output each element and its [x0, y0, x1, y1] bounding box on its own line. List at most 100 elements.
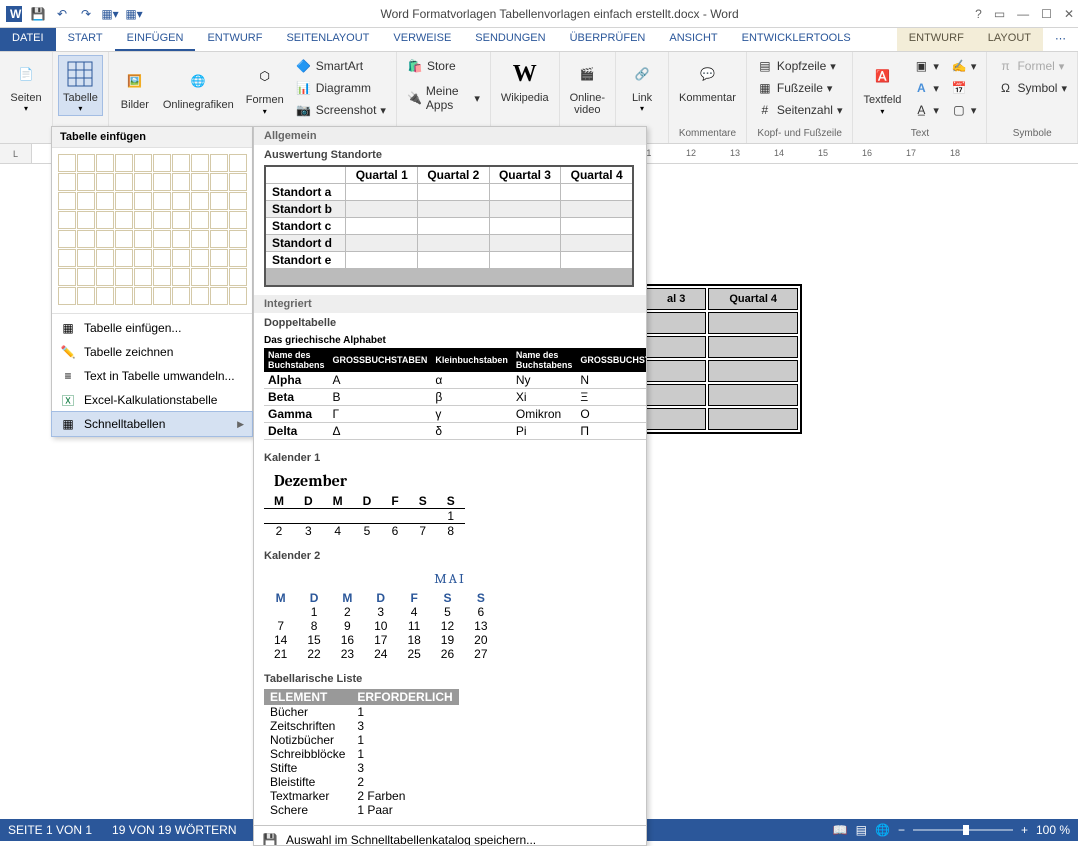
- zoom-in-icon[interactable]: +: [1021, 823, 1028, 837]
- quicktable-item-title[interactable]: Auswertung Standorte: [254, 145, 646, 163]
- grid-cell[interactable]: [115, 154, 133, 172]
- tab-context-layout[interactable]: LAYOUT: [976, 28, 1043, 51]
- grid-cell[interactable]: [229, 230, 247, 248]
- tab-view[interactable]: ANSICHT: [657, 28, 729, 51]
- grid-cell[interactable]: [172, 287, 190, 305]
- grid-cell[interactable]: [134, 249, 152, 267]
- qa-more-icon[interactable]: ▦▾: [100, 4, 120, 24]
- tab-developer[interactable]: ENTWICKLERTOOLS: [730, 28, 863, 51]
- tab-references[interactable]: VERWEISE: [381, 28, 463, 51]
- grid-cell[interactable]: [210, 211, 228, 229]
- grid-cell[interactable]: [77, 287, 95, 305]
- redo-icon[interactable]: ↷: [76, 4, 96, 24]
- grid-cell[interactable]: [77, 192, 95, 210]
- tab-layout[interactable]: SEITENLAYOUT: [274, 28, 381, 51]
- dropcap-button[interactable]: A̲▾: [909, 100, 943, 120]
- comment-button[interactable]: 💬Kommentar: [675, 56, 740, 106]
- table-cell[interactable]: [708, 408, 798, 430]
- grid-cell[interactable]: [153, 173, 171, 191]
- table-cell[interactable]: [646, 384, 706, 406]
- grid-cell[interactable]: [229, 173, 247, 191]
- grid-cell[interactable]: [191, 154, 209, 172]
- grid-cell[interactable]: [210, 173, 228, 191]
- quicktable-preview-auswertung[interactable]: Quartal 1Quartal 2Quartal 3Quartal 4Stan…: [264, 165, 636, 287]
- menu-insert-table[interactable]: ▦Tabelle einfügen...: [52, 316, 252, 340]
- zoom-slider[interactable]: [913, 829, 1013, 831]
- tab-insert[interactable]: EINFÜGEN: [115, 28, 196, 51]
- grid-cell[interactable]: [134, 230, 152, 248]
- table-header-cell[interactable]: Quartal 4: [708, 288, 798, 310]
- smartart-button[interactable]: 🔷SmartArt: [292, 56, 390, 76]
- grid-cell[interactable]: [210, 249, 228, 267]
- grid-cell[interactable]: [77, 211, 95, 229]
- grid-cell[interactable]: [115, 211, 133, 229]
- grid-cell[interactable]: [96, 287, 114, 305]
- help-icon[interactable]: ?: [975, 7, 982, 21]
- grid-cell[interactable]: [58, 268, 76, 286]
- store-button[interactable]: 🛍️Store: [403, 56, 484, 76]
- grid-cell[interactable]: [134, 154, 152, 172]
- status-words[interactable]: 19 VON 19 WÖRTERN: [112, 823, 236, 837]
- grid-cell[interactable]: [115, 192, 133, 210]
- textbox-button[interactable]: 🅰️Textfeld▾: [859, 56, 905, 120]
- menu-draw-table[interactable]: ✏️Tabelle zeichnen: [52, 340, 252, 364]
- save-selection-button[interactable]: 💾 Auswahl im Schnelltabellenkatalog spei…: [254, 825, 646, 846]
- quickparts-button[interactable]: ▣▾: [909, 56, 943, 76]
- grid-cell[interactable]: [58, 230, 76, 248]
- grid-cell[interactable]: [77, 249, 95, 267]
- view-web-icon[interactable]: 🌐: [875, 823, 890, 837]
- equation-button[interactable]: πFormel ▾: [993, 56, 1071, 76]
- table-cell[interactable]: [646, 336, 706, 358]
- grid-cell[interactable]: [58, 173, 76, 191]
- grid-cell[interactable]: [96, 211, 114, 229]
- grid-cell[interactable]: [115, 287, 133, 305]
- grid-cell[interactable]: [58, 287, 76, 305]
- table-cell[interactable]: [708, 360, 798, 382]
- grid-cell[interactable]: [153, 287, 171, 305]
- grid-cell[interactable]: [96, 268, 114, 286]
- grid-cell[interactable]: [77, 268, 95, 286]
- grid-cell[interactable]: [134, 192, 152, 210]
- grid-cell[interactable]: [191, 249, 209, 267]
- grid-cell[interactable]: [210, 230, 228, 248]
- grid-cell[interactable]: [229, 249, 247, 267]
- grid-cell[interactable]: [172, 192, 190, 210]
- grid-cell[interactable]: [96, 154, 114, 172]
- online-pictures-button[interactable]: 🌐Onlinegrafiken: [159, 56, 238, 120]
- grid-cell[interactable]: [229, 287, 247, 305]
- grid-cell[interactable]: [172, 154, 190, 172]
- grid-cell[interactable]: [210, 287, 228, 305]
- word-app-icon[interactable]: W: [4, 4, 24, 24]
- tab-mailings[interactable]: SENDUNGEN: [463, 28, 557, 51]
- table-cell[interactable]: [708, 312, 798, 334]
- quicktable-item-title[interactable]: Kalender 2: [254, 546, 646, 564]
- grid-cell[interactable]: [229, 211, 247, 229]
- grid-cell[interactable]: [153, 249, 171, 267]
- grid-cell[interactable]: [153, 230, 171, 248]
- quicktable-item-title[interactable]: Kalender 1: [254, 448, 646, 466]
- table-cell[interactable]: [646, 360, 706, 382]
- view-print-icon[interactable]: ▤: [856, 823, 867, 837]
- table-cell[interactable]: [646, 312, 706, 334]
- zoom-level[interactable]: 100 %: [1036, 823, 1070, 837]
- grid-cell[interactable]: [153, 154, 171, 172]
- quicktable-preview-tabliste[interactable]: ELEMENTERFORDERLICHBücher1Zeitschriften3…: [264, 689, 636, 817]
- undo-icon[interactable]: ↶: [52, 4, 72, 24]
- grid-cell[interactable]: [58, 192, 76, 210]
- grid-cell[interactable]: [134, 211, 152, 229]
- document-table[interactable]: al 3Quartal 4: [642, 284, 802, 434]
- signature-button[interactable]: ✍▾: [947, 56, 981, 76]
- grid-cell[interactable]: [229, 268, 247, 286]
- link-button[interactable]: 🔗Link▾: [622, 56, 662, 115]
- grid-cell[interactable]: [191, 211, 209, 229]
- datetime-button[interactable]: 📅: [947, 78, 981, 98]
- grid-cell[interactable]: [191, 268, 209, 286]
- grid-cell[interactable]: [172, 211, 190, 229]
- grid-cell[interactable]: [210, 154, 228, 172]
- close-icon[interactable]: ✕: [1064, 7, 1074, 21]
- grid-cell[interactable]: [172, 249, 190, 267]
- grid-cell[interactable]: [77, 230, 95, 248]
- shapes-button[interactable]: ⬡Formen▾: [242, 56, 288, 120]
- symbol-button[interactable]: ΩSymbol ▾: [993, 78, 1071, 98]
- minimize-icon[interactable]: —: [1017, 7, 1029, 21]
